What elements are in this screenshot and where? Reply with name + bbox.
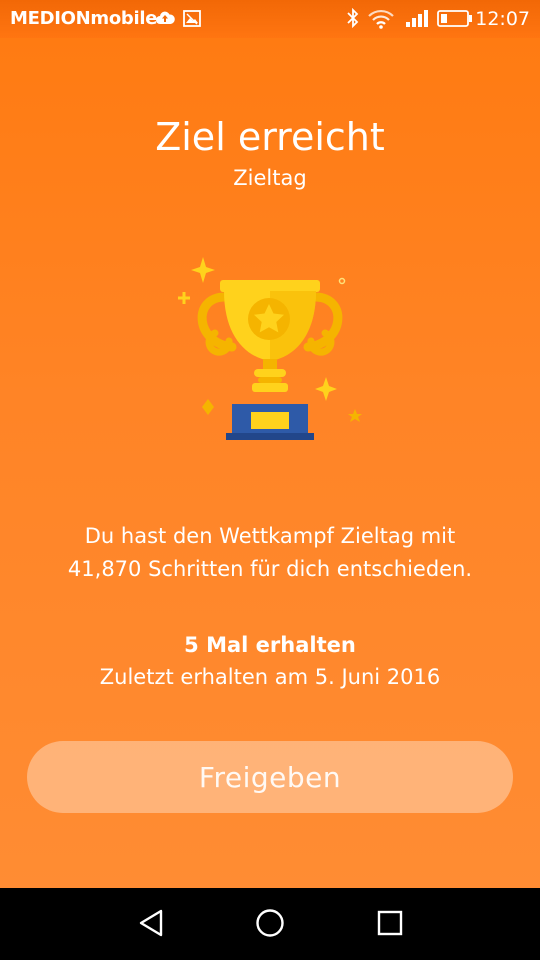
home-icon[interactable] bbox=[255, 908, 285, 942]
page-title: Ziel erreicht bbox=[155, 115, 385, 159]
star-icon bbox=[348, 409, 362, 422]
diamond-icon bbox=[202, 399, 214, 415]
share-button[interactable]: Freigeben bbox=[27, 741, 513, 813]
recents-icon[interactable] bbox=[376, 908, 404, 942]
status-bar: MEDIONmobile 12:07 bbox=[0, 0, 540, 38]
clock: 12:07 bbox=[475, 8, 530, 30]
cloud-upload-icon bbox=[155, 10, 175, 30]
sparkle-icon bbox=[315, 377, 337, 401]
achievement-screen: MEDIONmobile 12:07 Ziel erreicht Zieltag… bbox=[0, 0, 540, 888]
message-line-2: 41,870 Schritten für dich entschieden. bbox=[67, 557, 473, 581]
wifi-icon bbox=[368, 9, 394, 33]
message-line-1: Du hast den Wettkampf Zieltag mit bbox=[84, 524, 456, 548]
last-earned-date: Zuletzt erhalten am 5. Juni 2016 bbox=[99, 665, 441, 689]
signal-icon bbox=[405, 8, 429, 32]
back-icon[interactable] bbox=[137, 908, 165, 942]
trophy-icon bbox=[170, 255, 370, 445]
earned-count: 5 Mal erhalten bbox=[184, 633, 356, 657]
sparkle-icon bbox=[191, 257, 215, 283]
plus-icon bbox=[178, 292, 190, 304]
page-subtitle: Zieltag bbox=[233, 166, 307, 190]
result-message: Du hast den Wettkampf Zieltag mit 41,870… bbox=[30, 520, 510, 586]
bluetooth-icon bbox=[346, 7, 360, 32]
image-icon bbox=[183, 10, 201, 31]
battery-icon bbox=[437, 10, 473, 31]
carrier-label: MEDIONmobile bbox=[10, 8, 158, 29]
navigation-bar bbox=[0, 888, 540, 960]
dot-icon bbox=[338, 277, 346, 285]
